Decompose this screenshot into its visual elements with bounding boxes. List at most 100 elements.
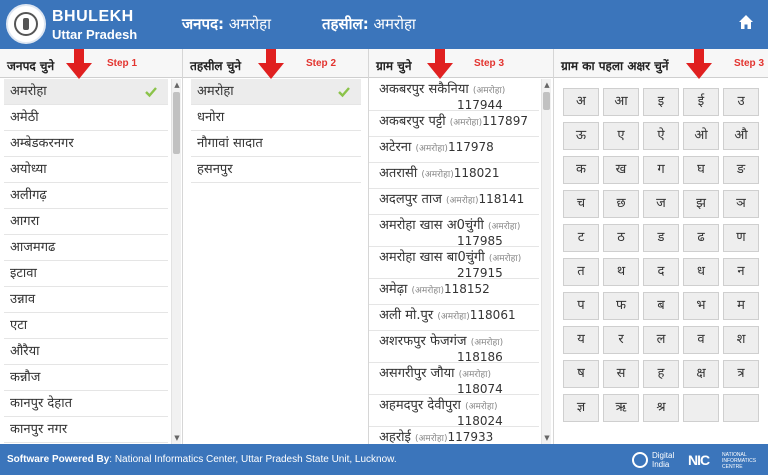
- letter-button[interactable]: ए: [603, 122, 639, 150]
- letter-button[interactable]: ऐ: [643, 122, 679, 150]
- letter-button[interactable]: म: [723, 292, 759, 320]
- letter-button[interactable]: ओ: [683, 122, 719, 150]
- selected-tehsil-display: तहसील: अमरोहा: [322, 14, 416, 34]
- letter-button[interactable]: झ: [683, 190, 719, 218]
- letter-button[interactable]: च: [563, 190, 599, 218]
- district-label: जनपद:: [182, 15, 224, 33]
- letter-button[interactable]: उ: [723, 88, 759, 116]
- tehsil-item[interactable]: अमरोहा: [191, 79, 361, 105]
- letter-button[interactable]: न: [723, 258, 759, 286]
- letter-button[interactable]: ज्ञ: [563, 394, 599, 422]
- letter-button[interactable]: श: [723, 326, 759, 354]
- letter-button[interactable]: य: [563, 326, 599, 354]
- district-item[interactable]: आगरा: [4, 209, 168, 235]
- letter-button[interactable]: द: [643, 258, 679, 286]
- district-item[interactable]: कन्नौज: [4, 365, 168, 391]
- village-item[interactable]: अहमदपुर देवीपुरा (अमरोहा) 118024: [369, 395, 539, 428]
- village-scrollbar[interactable]: ▲ ▼: [541, 79, 551, 444]
- district-item[interactable]: अम्बेडकरनगर: [4, 131, 168, 157]
- letter-button[interactable]: स: [603, 360, 639, 388]
- letter-button[interactable]: ऋ: [603, 394, 639, 422]
- letter-button[interactable]: छ: [603, 190, 639, 218]
- letter-button[interactable]: औ: [723, 122, 759, 150]
- letter-button[interactable]: ई: [683, 88, 719, 116]
- district-item[interactable]: अयोध्या: [4, 157, 168, 183]
- letter-button[interactable]: प: [563, 292, 599, 320]
- district-item[interactable]: अमरोहा: [4, 79, 168, 105]
- district-item[interactable]: औरैया: [4, 339, 168, 365]
- village-item[interactable]: अटेरना (अमरोहा)117978: [369, 137, 539, 163]
- letter-button-empty: [683, 394, 719, 422]
- village-item[interactable]: अमरोहा खास बा0चुंगी (अमरोहा) 217915: [369, 247, 539, 280]
- district-scrollbar[interactable]: ▲ ▼: [171, 79, 181, 444]
- village-item[interactable]: अकबरपुर पट्टी (अमरोहा)117897: [369, 111, 539, 137]
- district-item[interactable]: एटा: [4, 313, 168, 339]
- letter-button[interactable]: व: [683, 326, 719, 354]
- letter-button[interactable]: ग: [643, 156, 679, 184]
- village-item[interactable]: असगरीपुर जौया (अमरोहा) 118074: [369, 363, 539, 396]
- letter-button[interactable]: भ: [683, 292, 719, 320]
- district-item[interactable]: अलीगढ़: [4, 183, 168, 209]
- letter-button[interactable]: ख: [603, 156, 639, 184]
- letter-button[interactable]: क्ष: [683, 360, 719, 388]
- tehsil-label: तहसील:: [322, 15, 369, 33]
- brand-subtitle: Uttar Pradesh: [52, 27, 138, 42]
- home-icon[interactable]: [738, 14, 754, 30]
- tehsil-item[interactable]: नौगावां सादात: [191, 131, 361, 157]
- letter-button[interactable]: ठ: [603, 224, 639, 252]
- village-item[interactable]: अली मो.पुर (अमरोहा)118061: [369, 305, 539, 331]
- letter-button[interactable]: थ: [603, 258, 639, 286]
- letter-button[interactable]: घ: [683, 156, 719, 184]
- village-item[interactable]: अदलपुर ताज (अमरोहा)118141: [369, 189, 539, 215]
- letter-button[interactable]: ल: [643, 326, 679, 354]
- scroll-down-icon[interactable]: ▼: [173, 434, 181, 442]
- letter-button[interactable]: ण: [723, 224, 759, 252]
- scroll-up-icon[interactable]: ▲: [543, 81, 551, 89]
- letter-button[interactable]: ध: [683, 258, 719, 286]
- district-item[interactable]: आजमगढ: [4, 235, 168, 261]
- scroll-down-icon[interactable]: ▼: [543, 434, 551, 442]
- district-item[interactable]: कानपुर देहात: [4, 391, 168, 417]
- check-icon: [337, 85, 351, 99]
- scrollbar-thumb[interactable]: [543, 92, 550, 110]
- step-1-label: Step 1: [107, 58, 138, 69]
- letter-button[interactable]: क: [563, 156, 599, 184]
- digital-india-line2: India: [652, 460, 670, 469]
- letter-button[interactable]: अ: [563, 88, 599, 116]
- village-item[interactable]: अशरफपुर फेजगंज (अमरोहा) 118186: [369, 331, 539, 364]
- tehsil-item[interactable]: धनोरा: [191, 105, 361, 131]
- letter-button[interactable]: त: [563, 258, 599, 286]
- letter-button[interactable]: इ: [643, 88, 679, 116]
- district-item[interactable]: अमेठी: [4, 105, 168, 131]
- letter-button[interactable]: ङ: [723, 156, 759, 184]
- powered-by-label: Software Powered By: [7, 454, 110, 465]
- letter-button[interactable]: श्र: [643, 394, 679, 422]
- letter-button[interactable]: आ: [603, 88, 639, 116]
- letter-button[interactable]: ऊ: [563, 122, 599, 150]
- letter-button[interactable]: ष: [563, 360, 599, 388]
- village-item[interactable]: अमरोहा खास अ0चुंगी (अमरोहा) 117985: [369, 215, 539, 248]
- scroll-up-icon[interactable]: ▲: [173, 81, 181, 89]
- village-item[interactable]: अमेढ़ा (अमरोहा)118152: [369, 279, 539, 305]
- letter-button[interactable]: ज: [643, 190, 679, 218]
- village-item[interactable]: अकबरपुर सकैनिया (अमरोहा) 117944: [369, 79, 539, 112]
- letter-button[interactable]: ट: [563, 224, 599, 252]
- letter-button[interactable]: र: [603, 326, 639, 354]
- letter-button[interactable]: ञ: [723, 190, 759, 218]
- district-item[interactable]: उन्नाव: [4, 287, 168, 313]
- village-item[interactable]: अतरासी (अमरोहा)118021: [369, 163, 539, 189]
- village-column-title: ग्राम चुने: [376, 59, 412, 73]
- tehsil-item[interactable]: हसनपुर: [191, 157, 361, 183]
- letter-button[interactable]: ह: [643, 360, 679, 388]
- tehsil-column-header: तहसील चुने Step 2: [183, 49, 368, 79]
- powered-by-text: Software Powered By: National Informatic…: [7, 454, 397, 465]
- letter-button[interactable]: ब: [643, 292, 679, 320]
- village-item[interactable]: अहरोई (अमरोहा)117933: [369, 427, 539, 444]
- district-item[interactable]: इटावा: [4, 261, 168, 287]
- letter-button[interactable]: ड: [643, 224, 679, 252]
- letter-button[interactable]: फ: [603, 292, 639, 320]
- letter-button[interactable]: ढ: [683, 224, 719, 252]
- scrollbar-thumb[interactable]: [173, 92, 180, 154]
- letter-button[interactable]: त्र: [723, 360, 759, 388]
- district-item[interactable]: कानपुर नगर: [4, 417, 168, 443]
